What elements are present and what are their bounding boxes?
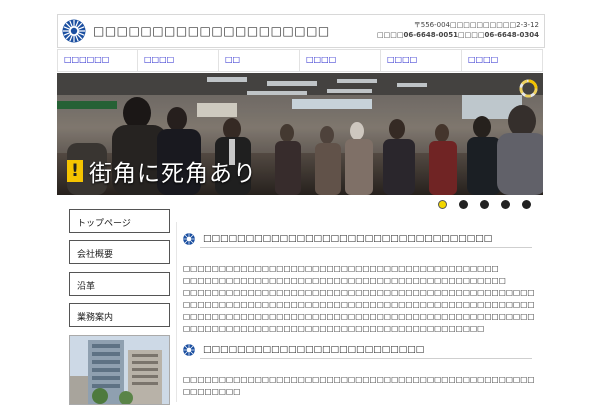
section-body-1: □□□□□□□□□□□□□□□□□□□□□□□□□□□□□□□□□□□□□□□□…	[183, 263, 535, 335]
emblem-bullet-icon	[183, 344, 195, 356]
body-line: □□□□□□□□□□□□□□□□□□□□□□□□□□□□□□□□□□□□□□□□…	[183, 312, 535, 321]
nav-item-2[interactable]: □□□□	[138, 50, 219, 71]
slider-dot-3[interactable]	[480, 200, 489, 209]
sidebar-item-company[interactable]: 会社概要	[69, 240, 170, 264]
tel-number: 06-6648-0051	[403, 31, 458, 39]
nav-item-1[interactable]: □□□□□□	[57, 50, 138, 71]
section-heading-2: □□□□□□□□□□□□□□□□□□□□□□□□□□	[183, 343, 424, 357]
company-logo-icon[interactable]	[62, 19, 86, 43]
body-line: □□□□□□□□□□□□□□□□□□□□□□□□□□□□□□□□□□□□□□□□…	[183, 324, 485, 333]
nav-item-4[interactable]: □□□□	[300, 50, 381, 71]
address-line: 〒556-004□□□□□□□□□□2-3-12	[413, 21, 539, 29]
body-line: □□□□□□□□□□□□□□□□□□□□□□□□□□□□□□□□□□□□□□□□…	[183, 288, 535, 297]
hero-caption: ! 街角に死角あり	[67, 154, 257, 188]
site-title[interactable]: □□□□□□□□□□□□□□□□□□□□	[93, 24, 330, 38]
section-title-2: □□□□□□□□□□□□□□□□□□□□□□□□□□	[203, 345, 425, 355]
contact-info: 〒556-004□□□□□□□□□□2-3-12 □□□□06-6648-005…	[377, 20, 539, 40]
emblem-bullet-icon	[183, 233, 195, 245]
slider-dot-2[interactable]	[459, 200, 468, 209]
global-nav: □□□□□□ □□□□ □□ □□□□ □□□□ □□□□	[57, 49, 543, 72]
section-title-1: □□□□□□□□□□□□□□□□□□□□□□□□□□□□□□□□□□	[203, 234, 493, 244]
fax-label: □□□□	[458, 31, 485, 39]
section-divider	[200, 247, 532, 248]
section-heading-1: □□□□□□□□□□□□□□□□□□□□□□□□□□□□□□□□□□	[183, 232, 492, 246]
sidebar-item-services[interactable]: 業務案内	[69, 303, 170, 327]
nav-item-6[interactable]: □□□□	[462, 50, 543, 71]
sidebar-item-top-page[interactable]: トップページ	[69, 209, 170, 233]
body-line: □□□□□□□□□□□□□□□□□□□□□□□□□□□□□□□□□□□□□□□□…	[183, 300, 535, 309]
slider-dot-5[interactable]	[522, 200, 531, 209]
nav-item-3[interactable]: □□	[219, 50, 300, 71]
building-image	[70, 336, 169, 404]
sidebar-building-photo[interactable]	[69, 335, 170, 405]
slider-dot-4[interactable]	[501, 200, 510, 209]
body-line: □□□□□□□□□□□□□□□□□□□□□□□□□□□□□□□□□□□□□□□□…	[183, 276, 506, 285]
body-line: □□□□□□□□	[183, 387, 241, 396]
tel-label: □□□□	[377, 31, 404, 39]
nav-item-5[interactable]: □□□□	[381, 50, 462, 71]
section-divider	[200, 358, 532, 359]
hero-caption-text: 街角に死角あり	[89, 161, 257, 187]
warning-icon: !	[67, 160, 83, 182]
section-body-2: □□□□□□□□□□□□□□□□□□□□□□□□□□□□□□□□□□□□□□□□…	[183, 374, 535, 398]
site-header: □□□□□□□□□□□□□□□□□□□□ 〒556-004□□□□□□□□□□2…	[57, 14, 545, 48]
hero-slider[interactable]: ! 街角に死角あり	[57, 73, 543, 195]
sidebar-item-history[interactable]: 沿革	[69, 272, 170, 296]
body-line: □□□□□□□□□□□□□□□□□□□□□□□□□□□□□□□□□□□□□□□□…	[183, 264, 499, 273]
loading-spinner-icon	[519, 79, 538, 98]
slider-dot-1[interactable]	[438, 200, 447, 209]
body-line: □□□□□□□□□□□□□□□□□□□□□□□□□□□□□□□□□□□□□□□□…	[183, 375, 535, 384]
fax-number: 06-6648-0304	[484, 31, 539, 39]
slider-pagination	[438, 200, 543, 209]
